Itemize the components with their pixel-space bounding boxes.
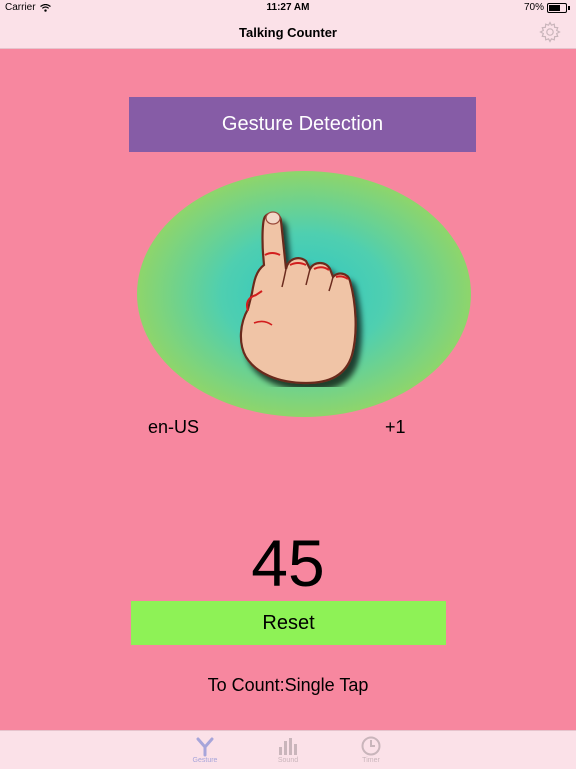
tab-sound[interactable]: Sound bbox=[258, 735, 318, 764]
locale-label: en-US bbox=[148, 417, 200, 437]
reset-button[interactable]: Reset bbox=[131, 601, 446, 645]
tab-bar: Gesture Sound Timer bbox=[0, 730, 576, 769]
page-title: Talking Counter bbox=[239, 25, 337, 40]
increment-label: +1 bbox=[385, 417, 406, 437]
battery-percent: 70% bbox=[523, 2, 544, 13]
tap-hand-icon bbox=[239, 211, 357, 385]
gear-icon bbox=[539, 21, 561, 43]
bar-chart-icon bbox=[279, 738, 297, 755]
main-content: Gesture Detection en-US +1 45 Reset To C… bbox=[0, 49, 576, 730]
gesture-detection-header: Gesture Detection bbox=[129, 97, 476, 152]
clock-icon bbox=[361, 736, 381, 756]
tab-gesture-label: Gesture bbox=[192, 757, 218, 764]
battery-fill bbox=[549, 4, 561, 11]
tab-gesture[interactable]: Gesture bbox=[175, 735, 235, 764]
battery-tip bbox=[568, 5, 570, 10]
status-time: 11:27 AM bbox=[266, 2, 310, 13]
status-right: 70% bbox=[524, 2, 570, 13]
count-mode-label: To Count:Single Tap bbox=[207, 675, 369, 695]
tab-timer[interactable]: Timer bbox=[341, 735, 401, 764]
tab-timer-label: Timer bbox=[362, 757, 380, 764]
settings-button[interactable] bbox=[538, 20, 562, 44]
tab-sound-label: Sound bbox=[277, 757, 299, 764]
nav-bar: Talking Counter bbox=[0, 16, 576, 49]
counter-value: 45 bbox=[251, 526, 325, 600]
battery-icon bbox=[547, 2, 567, 13]
gesture-icon bbox=[196, 737, 214, 757]
status-bar: Carrier 11:27 AM 70% bbox=[0, 0, 576, 16]
